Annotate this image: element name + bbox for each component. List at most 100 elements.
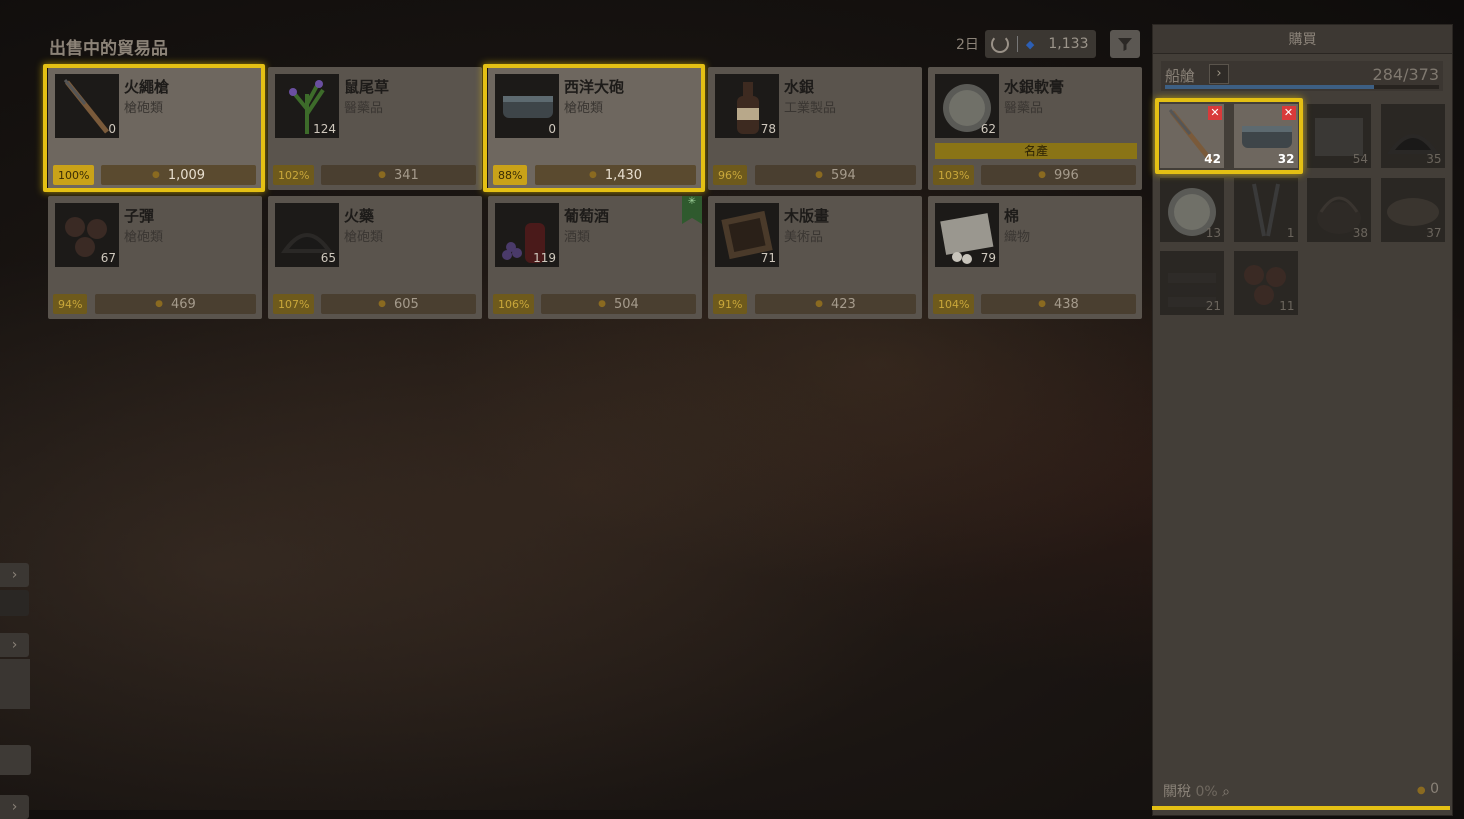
good-name: 水銀軟膏: [1004, 78, 1065, 96]
purchase-slot[interactable]: 32 ✕: [1233, 104, 1298, 168]
trade-good-card[interactable]: 78 水銀 工業製品 96% ● 594: [708, 67, 922, 190]
good-price: 469: [171, 296, 196, 312]
coin-icon: ●: [815, 170, 824, 180]
good-category: 工業製品: [784, 101, 837, 116]
coin-icon: ●: [1038, 299, 1047, 309]
gem-count: 1,133: [1048, 36, 1089, 52]
purchase-slot[interactable]: 13: [1160, 177, 1224, 242]
side-expand-button-3[interactable]: ›: [0, 795, 29, 819]
tax-info: 關稅 0% ⌕: [1163, 781, 1230, 801]
divider: [1016, 36, 1018, 52]
remove-icon[interactable]: ✕: [1281, 106, 1296, 120]
refresh-icon[interactable]: [990, 35, 1009, 53]
purchase-slot[interactable]: 21: [1160, 251, 1224, 315]
good-price: 341: [394, 167, 419, 183]
gem-icon: ◆: [1025, 37, 1035, 51]
filter-icon: [1118, 38, 1132, 51]
hold-capacity: 船艙 › 284/373: [1161, 61, 1443, 91]
slot-quantity: 54: [1352, 152, 1368, 166]
good-price: 996: [1054, 167, 1079, 183]
good-thumbnail: 67: [55, 203, 119, 267]
good-category: 美術品: [784, 230, 824, 245]
good-category: 槍砲類: [124, 101, 164, 116]
purchase-slot[interactable]: 1: [1233, 177, 1298, 242]
trade-good-card[interactable]: 0 火繩槍 槍砲類 100% ● 1,009: [48, 67, 262, 190]
good-name: 火繩槍: [124, 78, 170, 96]
price-percent-badge: 103%: [933, 165, 975, 185]
purchase-panel: 購買 船艙 › 284/373 42 ✕ 32 ✕ 54 35 13 1 38 37 21 11 關稅…: [1152, 24, 1453, 816]
side-slot: [0, 659, 30, 709]
price-percent-badge: 100%: [53, 165, 95, 185]
price-percent-badge: 102%: [273, 165, 315, 185]
trade-good-card[interactable]: 79 棉織物 104% ● 438: [928, 196, 1142, 319]
price-box: ● 504: [541, 294, 696, 314]
good-price: 423: [831, 296, 856, 312]
good-category: 織物: [1004, 230, 1031, 245]
coin-icon: ●: [598, 299, 607, 309]
slot-quantity: 38: [1352, 225, 1368, 240]
slot-quantity: 32: [1277, 152, 1295, 166]
good-name: 棉: [1004, 207, 1020, 225]
good-thumbnail: 65: [275, 203, 339, 267]
trade-good-card[interactable]: 119 葡萄酒 酒類 ✳ 106% ● 504: [488, 196, 702, 319]
purchase-slot[interactable]: 38: [1307, 177, 1371, 242]
hold-progress-fill: [1165, 85, 1374, 89]
hold-progress-bar: [1165, 85, 1439, 89]
price-percent-badge: 91%: [713, 294, 748, 314]
trade-good-card[interactable]: 71 木版畫 美術品 91% ● 423: [708, 196, 922, 319]
slot-quantity: 13: [1205, 225, 1221, 240]
trade-good-card[interactable]: 65 火藥 槍砲類 107% ● 605: [268, 196, 482, 319]
specialty-banner: 名產: [935, 143, 1137, 159]
trade-good-card[interactable]: 62 水銀軟膏 醫藥品 名產 103% ● 996: [928, 67, 1142, 190]
good-price: 504: [614, 296, 639, 312]
purchase-highlight-edge: [1152, 806, 1450, 810]
good-name: 子彈: [124, 207, 155, 225]
purchase-slot[interactable]: 35: [1380, 104, 1445, 168]
good-thumbnail: 79: [935, 203, 999, 267]
price-percent-badge: 88%: [493, 165, 528, 185]
good-thumbnail: 124: [275, 74, 339, 138]
price-box: ● 423: [755, 294, 916, 314]
good-quantity: 71: [760, 251, 776, 265]
tax-label: 關稅: [1163, 784, 1191, 800]
price-percent-badge: 106%: [493, 294, 535, 314]
good-thumbnail: 78: [715, 74, 779, 138]
good-price: 594: [831, 167, 856, 183]
tax-row: 關稅 0% ⌕ ● 0: [1161, 781, 1443, 801]
top-bar: 2日 ◆ 1,133: [956, 30, 1097, 58]
coin-icon: ●: [378, 299, 387, 309]
trade-good-card[interactable]: 67 子彈 槍砲類 94% ● 469: [48, 196, 262, 319]
good-thumbnail: 0: [55, 74, 119, 138]
coin-icon: ●: [151, 170, 160, 180]
coin-icon: ●: [378, 170, 387, 180]
price-percent-badge: 107%: [273, 294, 315, 314]
good-quantity: 65: [320, 251, 336, 265]
zoom-icon[interactable]: ⌕: [1222, 784, 1230, 800]
purchase-slot[interactable]: 11: [1233, 251, 1298, 315]
trade-good-card[interactable]: 124 鼠尾草 醫藥品 102% ● 341: [268, 67, 482, 190]
side-panel-2: ›: [0, 633, 31, 775]
good-thumbnail: 62: [935, 74, 999, 138]
good-category: 槍砲類: [564, 101, 604, 116]
good-category: 槍砲類: [124, 230, 164, 245]
good-category: 槍砲類: [344, 230, 384, 245]
side-expand-button[interactable]: ›: [0, 563, 29, 587]
trade-good-card[interactable]: 0 西洋大砲 槍砲類 88% ● 1,430: [488, 67, 702, 190]
purchase-slot[interactable]: 54: [1307, 104, 1371, 168]
price-percent-badge: 96%: [713, 165, 748, 185]
tax-value: 0%: [1195, 784, 1218, 800]
purchase-slot[interactable]: 37: [1380, 177, 1445, 242]
side-expand-button-2[interactable]: ›: [0, 633, 29, 657]
good-quantity: 79: [980, 251, 996, 265]
purchase-slot[interactable]: 42 ✕: [1160, 104, 1224, 168]
good-name: 西洋大砲: [564, 78, 625, 96]
remove-icon[interactable]: ✕: [1208, 106, 1222, 120]
purchase-title: 購買: [1153, 25, 1452, 54]
total-price: ● 0: [1417, 781, 1439, 797]
filter-button[interactable]: [1110, 30, 1140, 58]
good-thumbnail: 71: [715, 203, 779, 267]
hold-expand-button[interactable]: ›: [1209, 64, 1229, 84]
good-thumbnail: 0: [495, 74, 559, 138]
slot-quantity: 35: [1426, 152, 1442, 166]
chest-icon[interactable]: [0, 590, 29, 616]
